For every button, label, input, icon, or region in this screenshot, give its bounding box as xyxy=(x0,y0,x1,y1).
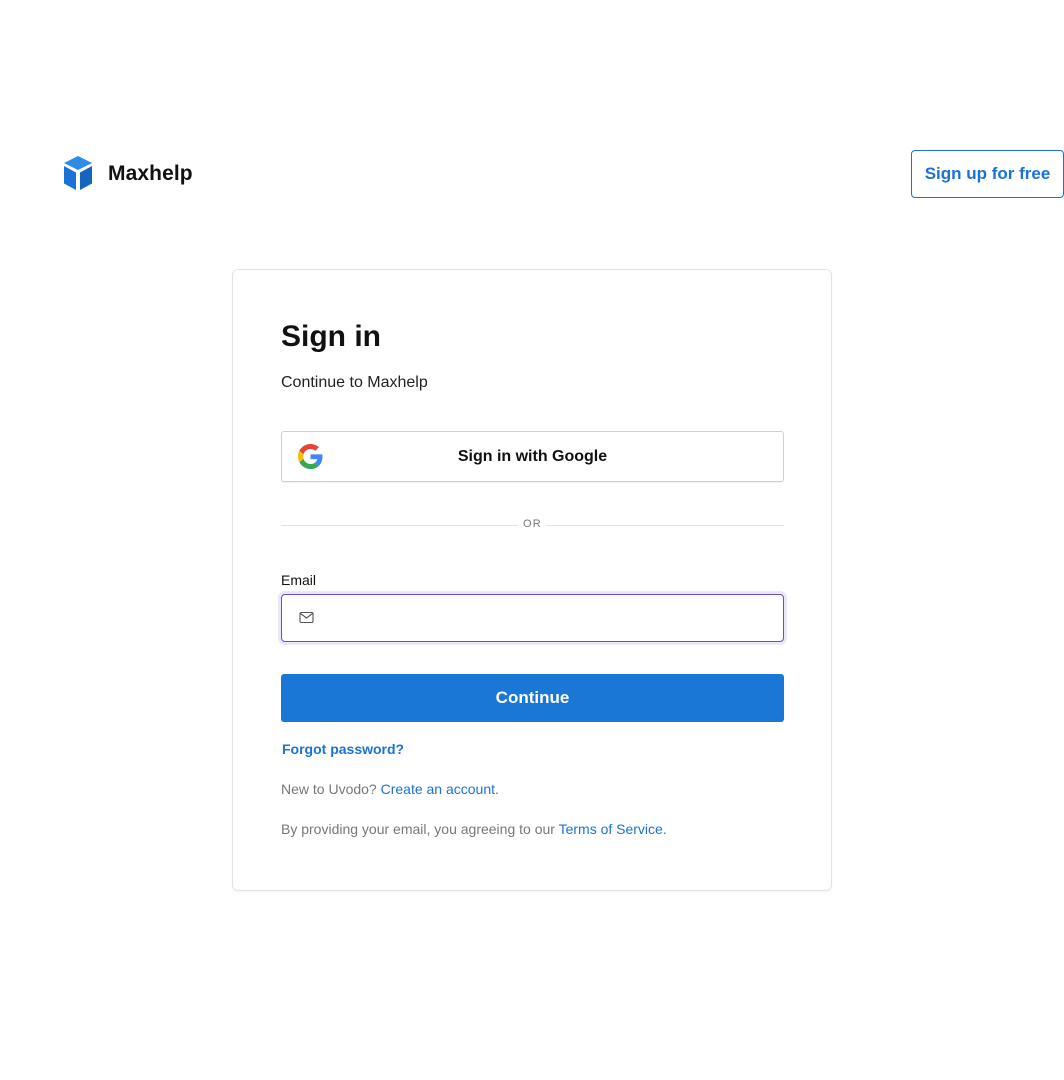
create-account-prefix: New to Uvodo? xyxy=(281,781,377,797)
google-icon xyxy=(298,444,323,469)
email-field[interactable] xyxy=(281,594,784,642)
page: Maxhelp Sign up for free Sign in Continu… xyxy=(0,0,1064,1080)
mail-icon xyxy=(299,611,314,624)
brand[interactable]: Maxhelp xyxy=(62,155,193,193)
page-title: Sign in xyxy=(281,320,381,353)
cube-logo-icon xyxy=(64,156,92,190)
divider-line xyxy=(547,525,784,526)
signup-button[interactable]: Sign up for free xyxy=(911,150,1064,198)
create-account-line: New to Uvodo? Create an account. xyxy=(281,781,499,797)
google-signin-label: Sign in with Google xyxy=(457,447,608,465)
create-account-link[interactable]: Create an account. xyxy=(381,781,499,797)
or-divider: OR xyxy=(281,517,784,533)
signin-card: Sign in Continue to Maxhelp Sign in with… xyxy=(232,269,832,891)
email-label: Email xyxy=(281,572,317,588)
brand-name: Maxhelp xyxy=(108,162,193,185)
terms-link[interactable]: Terms of Service. xyxy=(559,821,667,837)
email-input[interactable] xyxy=(326,595,776,641)
forgot-password-link[interactable]: Forgot password? xyxy=(282,741,404,757)
divider-text: OR xyxy=(523,518,542,530)
google-signin-button[interactable]: Sign in with Google xyxy=(281,431,784,482)
continue-button[interactable]: Continue xyxy=(281,674,784,722)
terms-line: By providing your email, you agreeing to… xyxy=(281,821,667,837)
terms-prefix: By providing your email, you agreeing to… xyxy=(281,821,555,837)
subtitle: Continue to Maxhelp xyxy=(281,374,428,391)
